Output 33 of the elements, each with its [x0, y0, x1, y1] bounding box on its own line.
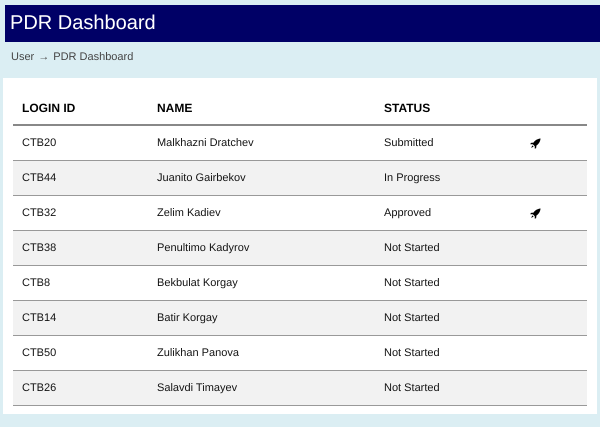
rocket-icon[interactable] — [530, 138, 541, 148]
table-cell-text: CTB32 — [21, 207, 58, 219]
table-cell-text: Submitted — [384, 137, 435, 149]
column-header: STATUS — [384, 100, 432, 114]
table-cell-text: Penultimo Kadyrov — [157, 242, 250, 254]
breadcrumb-link[interactable]: PDR Dashboard — [53, 51, 134, 63]
table-cell-text: In Progress — [384, 172, 442, 184]
table-cell-text: CTB26 — [21, 382, 58, 394]
table-cell-text: Not Started — [384, 242, 441, 254]
table-cell-text: Batir Korgay — [157, 312, 219, 324]
table-cell-text: Not Started — [384, 312, 441, 324]
rocket-icon[interactable] — [530, 208, 541, 218]
table-cell-text: CTB50 — [21, 347, 58, 359]
page-title: PDR Dashboard — [10, 12, 156, 35]
table-cell-text: Malkhazni Dratchev — [157, 137, 255, 149]
table-cell-text: CTB20 — [21, 137, 58, 149]
table-cell-text: Bekbulat Korgay — [157, 277, 239, 289]
table-cell-text: Approved — [384, 207, 432, 219]
table-cell-text: Not Started — [384, 382, 441, 394]
table-cell-text: CTB44 — [21, 172, 58, 184]
column-header: LOGIN ID — [21, 100, 76, 114]
table-cell-text: CTB14 — [21, 312, 58, 324]
breadcrumb-separator: → — [38, 51, 50, 63]
table-cell-text: CTB38 — [21, 242, 58, 254]
table-cell-text: CTB8 — [21, 277, 52, 289]
table-cell-text: Salavdi Timayev — [157, 382, 238, 394]
breadcrumb-link[interactable]: User — [11, 51, 34, 63]
table-cell-text: Zelim Kadiev — [157, 207, 222, 219]
table-cell-text: Juanito Gairbekov — [157, 172, 247, 184]
table-cell-text: Not Started — [384, 347, 441, 359]
column-header: NAME — [157, 100, 194, 114]
table-cell-text: Not Started — [384, 277, 441, 289]
table-cell-text: Zulikhan Panova — [157, 347, 240, 359]
